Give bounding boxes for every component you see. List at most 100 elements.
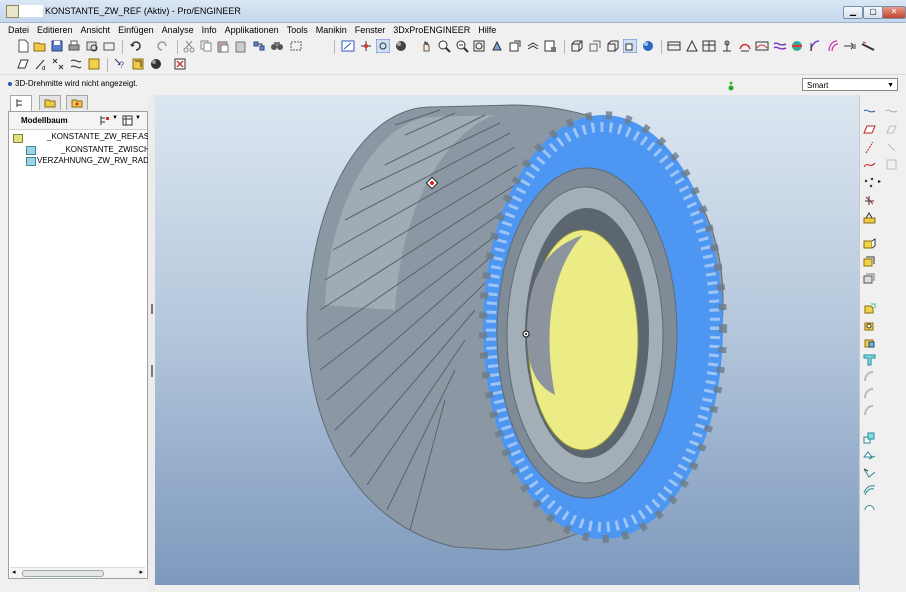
cut-icon[interactable]	[182, 39, 196, 53]
pattern-icon[interactable]	[863, 432, 876, 445]
selection-filter-select[interactable]: Smart ▼	[802, 78, 898, 91]
datum-plane-tool-icon[interactable]	[863, 123, 876, 136]
datum-point-icon[interactable]	[863, 176, 876, 189]
datum-axes-icon[interactable]	[685, 39, 699, 53]
datum-axis-icon[interactable]	[863, 141, 876, 154]
offset-surface-icon[interactable]	[863, 483, 876, 496]
surface-tool-icon[interactable]	[885, 123, 898, 136]
sketch-tool-icon[interactable]	[885, 105, 898, 118]
print-preview-icon[interactable]	[85, 39, 99, 53]
measure-icon[interactable]	[861, 39, 875, 53]
tire-model[interactable]	[155, 95, 859, 585]
tab-favorites[interactable]	[66, 95, 88, 110]
rib-icon[interactable]	[863, 353, 876, 366]
point-dropdown-icon[interactable]: ▸	[878, 178, 881, 185]
saved-views-icon[interactable]	[526, 39, 540, 53]
section-icon[interactable]	[790, 39, 804, 53]
tab-model-tree[interactable]	[10, 95, 32, 111]
tab-folder-browser[interactable]	[39, 95, 61, 110]
undo-icon[interactable]	[129, 39, 143, 53]
blend-icon[interactable]	[863, 302, 876, 315]
annotations-icon[interactable]	[738, 39, 752, 53]
tree-columns-icon[interactable]	[122, 115, 133, 126]
csys-icon[interactable]	[720, 39, 734, 53]
scroll-left-icon[interactable]: ◂	[12, 568, 16, 576]
panel-splitter[interactable]	[148, 95, 155, 590]
email-icon[interactable]	[102, 39, 116, 53]
draft-icon[interactable]	[863, 370, 876, 383]
round-icon[interactable]	[863, 387, 876, 400]
spin-center-icon[interactable]	[359, 39, 373, 53]
chamfer-icon[interactable]	[863, 404, 876, 417]
reorient-icon[interactable]	[490, 39, 504, 53]
tree-columns-dropdown-icon[interactable]: ▼	[135, 115, 141, 121]
zoom-out-icon[interactable]	[455, 39, 469, 53]
wireframe-icon[interactable]	[570, 39, 584, 53]
regenerate-icon[interactable]	[252, 39, 266, 53]
datum-points-icon[interactable]	[702, 39, 716, 53]
revolve-icon[interactable]	[863, 255, 876, 268]
curvature-icon[interactable]	[755, 39, 769, 53]
sketch-plane-icon[interactable]	[16, 57, 30, 71]
pan-icon[interactable]	[420, 39, 434, 53]
close-button[interactable]: ✕	[882, 6, 906, 19]
scroll-right-icon[interactable]: ▸	[139, 568, 143, 576]
menu-info[interactable]: Info	[198, 23, 221, 35]
paste-special-icon[interactable]	[234, 39, 248, 53]
shell-icon[interactable]	[863, 336, 876, 349]
analysis-feature-icon[interactable]	[863, 211, 876, 224]
menu-einfuegen[interactable]: Einfügen	[114, 23, 158, 35]
sketcher-icon[interactable]	[87, 57, 101, 71]
thicken-icon[interactable]	[863, 500, 876, 513]
menu-manikin[interactable]: Manikin	[312, 23, 351, 35]
repaint-icon[interactable]	[341, 39, 355, 53]
zoom-in-icon[interactable]	[437, 39, 451, 53]
dimension-icon[interactable]: d	[34, 57, 48, 71]
view-manager-icon[interactable]	[508, 39, 522, 53]
appearance-icon[interactable]	[131, 57, 145, 71]
datum-planes-icon[interactable]	[667, 39, 681, 53]
menu-tools[interactable]: Tools	[283, 23, 312, 35]
redo-icon[interactable]	[155, 39, 169, 53]
graphics-window[interactable]	[155, 95, 859, 585]
menu-applikationen[interactable]: Applikationen	[221, 23, 283, 35]
menu-analyse[interactable]: Analyse	[158, 23, 198, 35]
relations-icon[interactable]	[69, 57, 83, 71]
tree-horizontal-scrollbar[interactable]: ◂ ▸	[10, 567, 145, 578]
datum-plane-icon[interactable]	[863, 105, 876, 118]
mirror-icon[interactable]	[863, 449, 876, 462]
tree-settings-dropdown-icon[interactable]: ▼	[112, 115, 118, 121]
menu-fenster[interactable]: Fenster	[351, 23, 390, 35]
context-help-icon[interactable]: ?	[113, 57, 127, 71]
offset-icon[interactable]	[843, 39, 857, 53]
reflection-icon[interactable]	[826, 39, 840, 53]
shading-icon[interactable]	[394, 39, 408, 53]
minimize-button[interactable]: ▁	[843, 6, 863, 19]
sweep-icon[interactable]	[863, 272, 876, 285]
scrollbar-thumb[interactable]	[22, 570, 104, 577]
tree-settings-icon[interactable]	[99, 115, 110, 126]
open-icon[interactable]	[33, 39, 47, 53]
draft-check-icon[interactable]	[773, 39, 787, 53]
enhanced-realism-icon[interactable]	[641, 39, 655, 53]
hidden-line-icon[interactable]	[588, 39, 602, 53]
extrude-icon[interactable]	[863, 237, 876, 250]
offset-tool-icon[interactable]	[885, 158, 898, 171]
no-hidden-icon[interactable]	[606, 39, 620, 53]
shaded-icon[interactable]	[623, 39, 637, 53]
trim-icon[interactable]	[885, 141, 898, 154]
paste-icon[interactable]	[216, 39, 230, 53]
menu-ansicht[interactable]: Ansicht	[77, 23, 115, 35]
datum-curve-icon[interactable]	[863, 158, 876, 171]
shading-ball-icon[interactable]	[149, 57, 163, 71]
save-icon[interactable]	[50, 39, 64, 53]
constraint-icon[interactable]	[51, 57, 65, 71]
menu-editieren[interactable]: Editieren	[33, 23, 77, 35]
menu-datei[interactable]: Datei	[0, 23, 33, 35]
slope-icon[interactable]	[808, 39, 822, 53]
hole-icon[interactable]	[863, 319, 876, 332]
menu-3dxproengineer[interactable]: 3DxProENGINEER	[389, 23, 474, 35]
print-icon[interactable]	[67, 39, 81, 53]
new-icon[interactable]	[16, 39, 30, 53]
select-box-icon[interactable]	[289, 39, 303, 53]
